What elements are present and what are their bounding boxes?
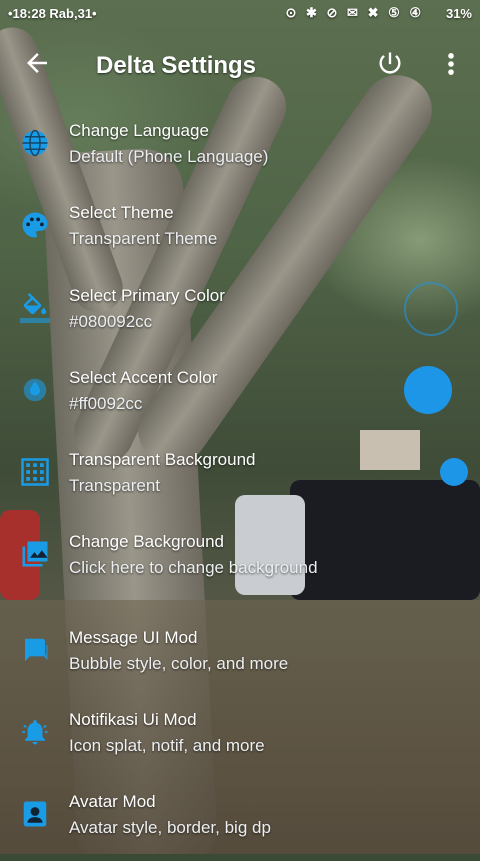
setting-message-ui-mod[interactable]: Message UI Mod Bubble style, color, and … [0,625,480,697]
eyedropper-icon [20,375,50,405]
setting-change-background[interactable]: Change Background Click here to change b… [0,529,480,601]
setting-subtitle: Transparent Theme [69,229,218,248]
more-vert-icon[interactable] [444,50,458,78]
setting-primary-color[interactable]: Select Primary Color #080092cc [0,283,480,355]
setting-subtitle: Bubble style, color, and more [69,654,289,673]
setting-accent-color[interactable]: Select Accent Color #ff0092cc [0,365,480,437]
setting-select-theme[interactable]: Select Theme Transparent Theme [0,200,480,272]
chat-icon [20,635,50,665]
battery-level: 31% [445,6,472,21]
paint-bucket-icon [20,293,50,323]
setting-transparent-background[interactable]: Transparent Background Transparent [0,447,480,519]
setting-subtitle: Default (Phone Language) [69,147,269,166]
page-title: Delta Settings [96,52,257,79]
bell-icon [20,717,50,747]
setting-title: Select Primary Color [69,286,225,305]
status-time: •18:28 Rab,31• [8,6,97,21]
setting-title: Select Accent Color [69,368,218,387]
palette-icon [20,210,50,240]
app-bar: Delta Settings [0,30,480,100]
globe-icon [20,128,50,158]
setting-notifikasi-ui-mod[interactable]: Notifikasi Ui Mod Icon splat, notif, and… [0,707,480,779]
setting-title: Avatar Mod [69,792,156,811]
setting-title: Notifikasi Ui Mod [69,710,197,729]
wallpaper-icon [20,457,50,487]
avatar-icon [20,799,50,829]
setting-title: Select Theme [69,203,174,222]
status-icons: ⊙ ✱ ⊘ ✉ ✖ ⑤ ④ [285,5,424,20]
status-bar: •18:28 Rab,31• ⊙ ✱ ⊘ ✉ ✖ ⑤ ④ 31% [0,0,480,28]
setting-avatar-mod[interactable]: Avatar Mod Avatar style, border, big dp [0,789,480,861]
setting-subtitle: Avatar style, border, big dp [69,818,271,837]
setting-title: Message UI Mod [69,628,198,647]
setting-subtitle: #ff0092cc [69,394,143,413]
setting-title: Change Background [69,532,225,551]
back-arrow-icon[interactable] [22,48,52,78]
setting-subtitle: #080092cc [69,312,153,331]
power-icon[interactable] [376,48,404,78]
image-icon [20,539,50,569]
setting-subtitle: Click here to change background [69,558,318,577]
setting-subtitle: Icon splat, notif, and more [69,736,265,755]
setting-title: Transparent Background [69,450,256,469]
setting-subtitle: Transparent [69,476,161,495]
setting-title: Change Language [69,121,209,140]
setting-change-language[interactable]: Change Language Default (Phone Language) [0,118,480,190]
